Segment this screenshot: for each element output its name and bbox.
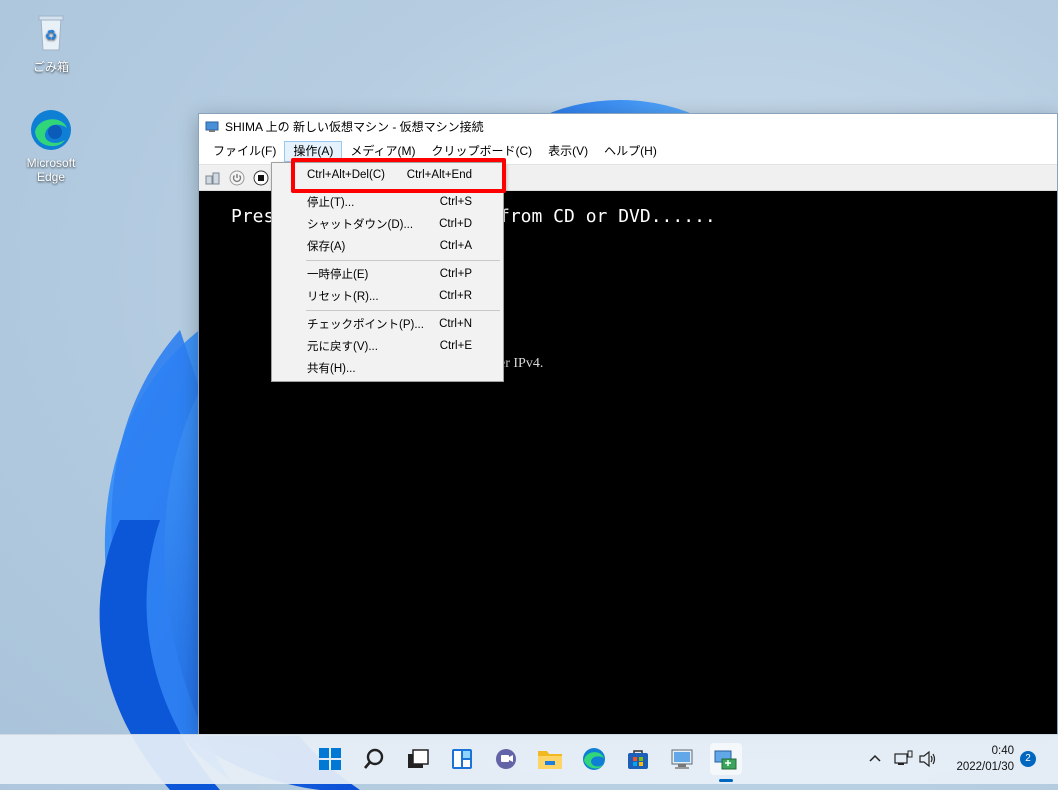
menu-item-save[interactable]: 保存(A) Ctrl+A [272, 236, 503, 256]
clock-time: 0:40 [991, 745, 1014, 757]
power-icon[interactable] [227, 168, 247, 188]
widgets-icon[interactable] [446, 743, 478, 775]
ctrl-alt-del-icon[interactable] [203, 168, 223, 188]
vm-connection-icon[interactable] [710, 743, 742, 775]
recycle-bin-icon: ♻ [29, 10, 73, 54]
stop-icon[interactable] [251, 168, 271, 188]
highlight-box [291, 158, 506, 193]
menu-view[interactable]: 表示(V) [540, 141, 596, 162]
menu-item-label: 元に戻す(V)... [307, 341, 378, 353]
vm-connection-icon [205, 121, 219, 133]
menu-item-shortcut: Ctrl+N [439, 318, 472, 330]
hyperv-manager-icon[interactable] [666, 743, 698, 775]
store-icon[interactable] [622, 743, 654, 775]
menu-item-stop[interactable]: 停止(T)... Ctrl+S [272, 192, 503, 212]
menu-item-shutdown[interactable]: シャットダウン(D)... Ctrl+D [272, 214, 503, 234]
menu-item-shortcut: Ctrl+D [439, 218, 472, 230]
task-view-icon[interactable] [402, 743, 434, 775]
clock[interactable]: 0:40 2022/01/30 [956, 743, 1014, 775]
menu-item-label: チェックポイント(P)... [307, 319, 424, 331]
menu-item-label: 一時停止(E) [307, 269, 369, 281]
taskbar: 0:40 2022/01/30 2 [0, 734, 1058, 784]
desktop-icon-recycle-bin[interactable]: ♻ ごみ箱 [11, 10, 91, 75]
network-icon[interactable] [893, 747, 913, 771]
menu-item-label: 共有(H)... [307, 363, 356, 375]
console-text-ipv4: er IPv4. [499, 356, 544, 371]
menu-item-shortcut: Ctrl+R [439, 290, 472, 302]
active-app-indicator [719, 779, 733, 782]
chat-icon[interactable] [490, 743, 522, 775]
menu-item-label: リセット(R)... [307, 291, 379, 303]
desktop-icon-label: ごみ箱 [32, 60, 69, 74]
menu-item-label: 保存(A) [307, 241, 346, 253]
notification-badge[interactable]: 2 [1020, 751, 1036, 767]
window-title: SHIMA 上の 新しい仮想マシン - 仮想マシン接続 [225, 120, 484, 134]
title-bar[interactable]: SHIMA 上の 新しい仮想マシン - 仮想マシン接続 [199, 114, 1057, 139]
menu-separator [306, 310, 500, 311]
menu-item-share[interactable]: 共有(H)... [272, 358, 503, 378]
desktop-icon-edge[interactable]: Microsoft Edge [11, 108, 91, 184]
menu-file[interactable]: ファイル(F) [205, 141, 284, 162]
search-icon[interactable] [358, 743, 390, 775]
menu-item-shortcut: Ctrl+P [439, 268, 472, 280]
console-text-left: Pres [231, 206, 275, 227]
menu-item-revert[interactable]: 元に戻す(V)... Ctrl+E [272, 336, 503, 356]
menu-item-pause[interactable]: 一時停止(E) Ctrl+P [272, 264, 503, 284]
svg-text:♻: ♻ [45, 27, 58, 43]
menu-item-reset[interactable]: リセット(R)... Ctrl+R [272, 286, 503, 306]
start-icon[interactable] [314, 743, 346, 775]
clock-date: 2022/01/30 [956, 761, 1014, 773]
menu-help[interactable]: ヘルプ(H) [596, 141, 665, 162]
tray-chevron-icon[interactable] [868, 747, 882, 771]
console-text-right: from CD or DVD...... [499, 206, 716, 227]
edge-icon[interactable] [578, 743, 610, 775]
menu-item-label: 停止(T)... [307, 197, 355, 209]
menu-item-label: シャットダウン(D)... [307, 219, 414, 231]
action-dropdown-menu: Ctrl+Alt+Del(C) Ctrl+Alt+End 停止(T)... Ct… [271, 162, 504, 382]
desktop-icon-label: Microsoft Edge [26, 156, 76, 184]
volume-icon[interactable] [918, 747, 938, 771]
menu-item-shortcut: Ctrl+A [439, 240, 472, 252]
edge-icon [29, 108, 73, 152]
menu-item-checkpoint[interactable]: チェックポイント(P)... Ctrl+N [272, 314, 503, 334]
menu-item-shortcut: Ctrl+E [439, 340, 472, 352]
menu-separator [306, 260, 500, 261]
menu-item-shortcut: Ctrl+S [439, 196, 472, 208]
file-explorer-icon[interactable] [534, 743, 566, 775]
